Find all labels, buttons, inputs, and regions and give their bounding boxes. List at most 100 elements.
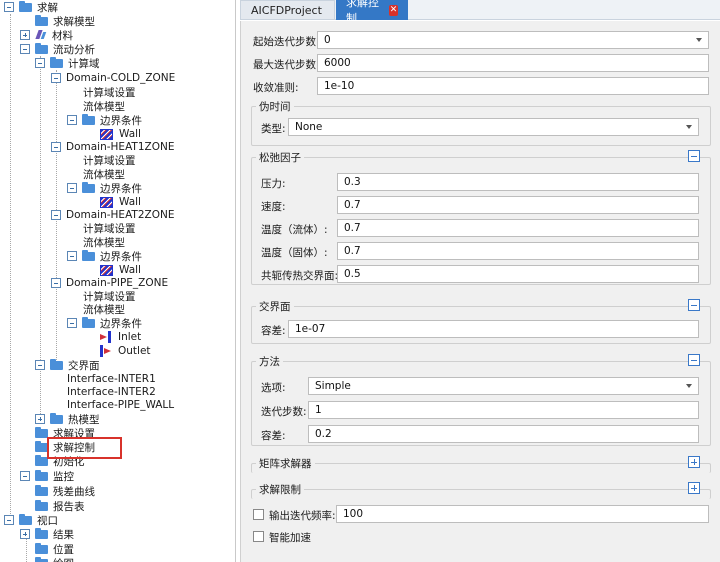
collapse-icon[interactable] (67, 251, 77, 261)
smart-accel-checkbox[interactable] (253, 531, 264, 542)
collapse-icon[interactable] (688, 299, 700, 311)
tree-label: 材料 (52, 29, 73, 42)
folder-icon (35, 542, 48, 554)
max-step-input[interactable]: 6000 (317, 54, 709, 72)
tree-label: 交界面 (68, 359, 100, 372)
tree-item-thermal-model[interactable]: 热模型 (35, 412, 100, 426)
tree-label: 计算域 (68, 57, 100, 70)
tree-item-wall[interactable]: Wall (100, 195, 141, 209)
tree-label: 边界条件 (100, 317, 142, 330)
tree-item-position[interactable]: 位置 (35, 542, 74, 556)
collapse-icon[interactable] (67, 183, 77, 193)
velocity-input[interactable]: 0.7 (337, 196, 699, 214)
tree-item-fluid-model[interactable]: 流体模型 (83, 99, 125, 113)
expand-icon[interactable] (688, 456, 700, 468)
tree-item-wall[interactable]: Wall (100, 263, 141, 277)
expand-icon[interactable] (35, 414, 45, 424)
tree-label: 残差曲线 (53, 485, 95, 498)
temp-fluid-input[interactable]: 0.7 (337, 219, 699, 237)
output-freq-input[interactable]: 100 (336, 505, 709, 523)
tree-item-interfaces[interactable]: 交界面 (35, 358, 100, 372)
collapse-icon[interactable] (35, 58, 45, 68)
interface-title: 交界面 (256, 299, 294, 314)
tree-label: 流体模型 (83, 236, 125, 249)
method-iter-input[interactable]: 1 (308, 401, 699, 419)
tab-bar: AICFDProject 求解控制 ✕ (240, 0, 720, 25)
folder-icon (35, 469, 48, 481)
tab-aicfd-project[interactable]: AICFDProject (240, 0, 335, 20)
collapse-icon[interactable] (688, 354, 700, 366)
wall-icon (100, 264, 113, 276)
collapse-icon[interactable] (20, 44, 30, 54)
close-icon[interactable]: ✕ (389, 4, 398, 16)
output-freq-checkbox[interactable] (253, 509, 264, 520)
collapse-icon[interactable] (67, 115, 77, 125)
tree-item-fluid-model[interactable]: 流体模型 (83, 235, 125, 249)
tree-item-results[interactable]: 结果 (20, 527, 74, 541)
tree-item-fluid-model[interactable]: 流体模型 (83, 302, 125, 316)
tree-item-boundary-conditions[interactable]: 边界条件 (67, 181, 142, 195)
collapse-icon[interactable] (35, 360, 45, 370)
tree-label: 流体模型 (83, 168, 125, 181)
tree-item-interface-inter1[interactable]: Interface-INTER1 (67, 372, 156, 386)
method-option-label: 选项: (261, 382, 286, 394)
method-option-select[interactable]: Simple (308, 377, 699, 395)
method-tolerance-input[interactable]: 0.2 (308, 425, 699, 443)
tree-item-solver-model[interactable]: 求解模型 (35, 14, 95, 28)
tree-item-material[interactable]: 材料 (20, 28, 73, 42)
project-tree[interactable]: 求解 求解模型 材料 流动分析 计算域 Domain-COLD_ZONE 计算域… (0, 0, 236, 562)
tree-item-boundary-conditions[interactable]: 边界条件 (67, 316, 142, 330)
tree-item-solve[interactable]: 求解 (4, 0, 58, 14)
tree-item-domain-cold-zone[interactable]: Domain-COLD_ZONE (51, 71, 175, 85)
tree-label: 流动分析 (53, 43, 95, 56)
tree-label: 计算域设置 (83, 222, 136, 235)
tree-label: 热模型 (68, 413, 100, 426)
collapse-icon[interactable] (51, 73, 61, 83)
tree-item-domain-settings[interactable]: 计算域设置 (83, 85, 136, 99)
tree-item-domain-settings[interactable]: 计算域设置 (83, 221, 136, 235)
tree-item-monitor[interactable]: 监控 (20, 469, 74, 483)
collapse-icon[interactable] (688, 150, 700, 162)
tree-item-fluid-model[interactable]: 流体模型 (83, 167, 125, 181)
tree-item-domain-settings[interactable]: 计算域设置 (83, 153, 136, 167)
tree-item-flow-analysis[interactable]: 流动分析 (20, 42, 95, 56)
wall-icon (100, 128, 113, 140)
pressure-input[interactable]: 0.3 (337, 173, 699, 191)
tree-item-interface-pipe-wall[interactable]: Interface-PIPE_WALL (67, 398, 174, 412)
tree-item-boundary-conditions[interactable]: 边界条件 (67, 113, 142, 127)
start-step-select[interactable]: 0 (317, 31, 709, 49)
collapse-icon[interactable] (51, 278, 61, 288)
collapse-icon[interactable] (4, 515, 14, 525)
folder-icon (35, 527, 48, 539)
tree-guide (10, 14, 11, 514)
tree-item-view[interactable]: 视口 (4, 513, 58, 527)
convergence-input[interactable]: 1e-10 (317, 77, 709, 95)
tree-label: 流体模型 (83, 303, 125, 316)
collapse-icon[interactable] (51, 210, 61, 220)
collapse-icon[interactable] (4, 2, 14, 12)
cht-interface-input[interactable]: 0.5 (337, 265, 699, 283)
tree-item-interface-inter2[interactable]: Interface-INTER2 (67, 385, 156, 399)
selection-highlight-box (47, 437, 122, 459)
pseudo-time-type-select[interactable]: None (288, 118, 699, 136)
collapse-icon[interactable] (67, 318, 77, 328)
tree-label: 计算域设置 (83, 86, 136, 99)
expand-icon[interactable] (20, 529, 30, 539)
tree-item-drawing[interactable]: 绘图 (35, 556, 74, 562)
output-freq-label: 输出迭代频率: (269, 510, 336, 522)
expand-icon[interactable] (688, 482, 700, 494)
tree-item-domains[interactable]: 计算域 (35, 56, 100, 70)
interface-tolerance-input[interactable]: 1e-07 (288, 320, 699, 338)
method-tolerance-label: 容差: (261, 430, 286, 442)
tree-item-report-table[interactable]: 报告表 (35, 499, 85, 513)
tree-item-inlet[interactable]: Inlet (100, 330, 141, 344)
tree-item-outlet[interactable]: Outlet (100, 344, 151, 358)
tree-item-residual-curve[interactable]: 残差曲线 (35, 484, 95, 498)
tree-item-boundary-conditions[interactable]: 边界条件 (67, 249, 142, 263)
tab-solve-control[interactable]: 求解控制 ✕ (336, 0, 408, 25)
collapse-icon[interactable] (51, 142, 61, 152)
tree-item-wall[interactable]: Wall (100, 127, 141, 141)
temp-solid-input[interactable]: 0.7 (337, 242, 699, 260)
collapse-icon[interactable] (20, 471, 30, 481)
expand-icon[interactable] (20, 30, 30, 40)
